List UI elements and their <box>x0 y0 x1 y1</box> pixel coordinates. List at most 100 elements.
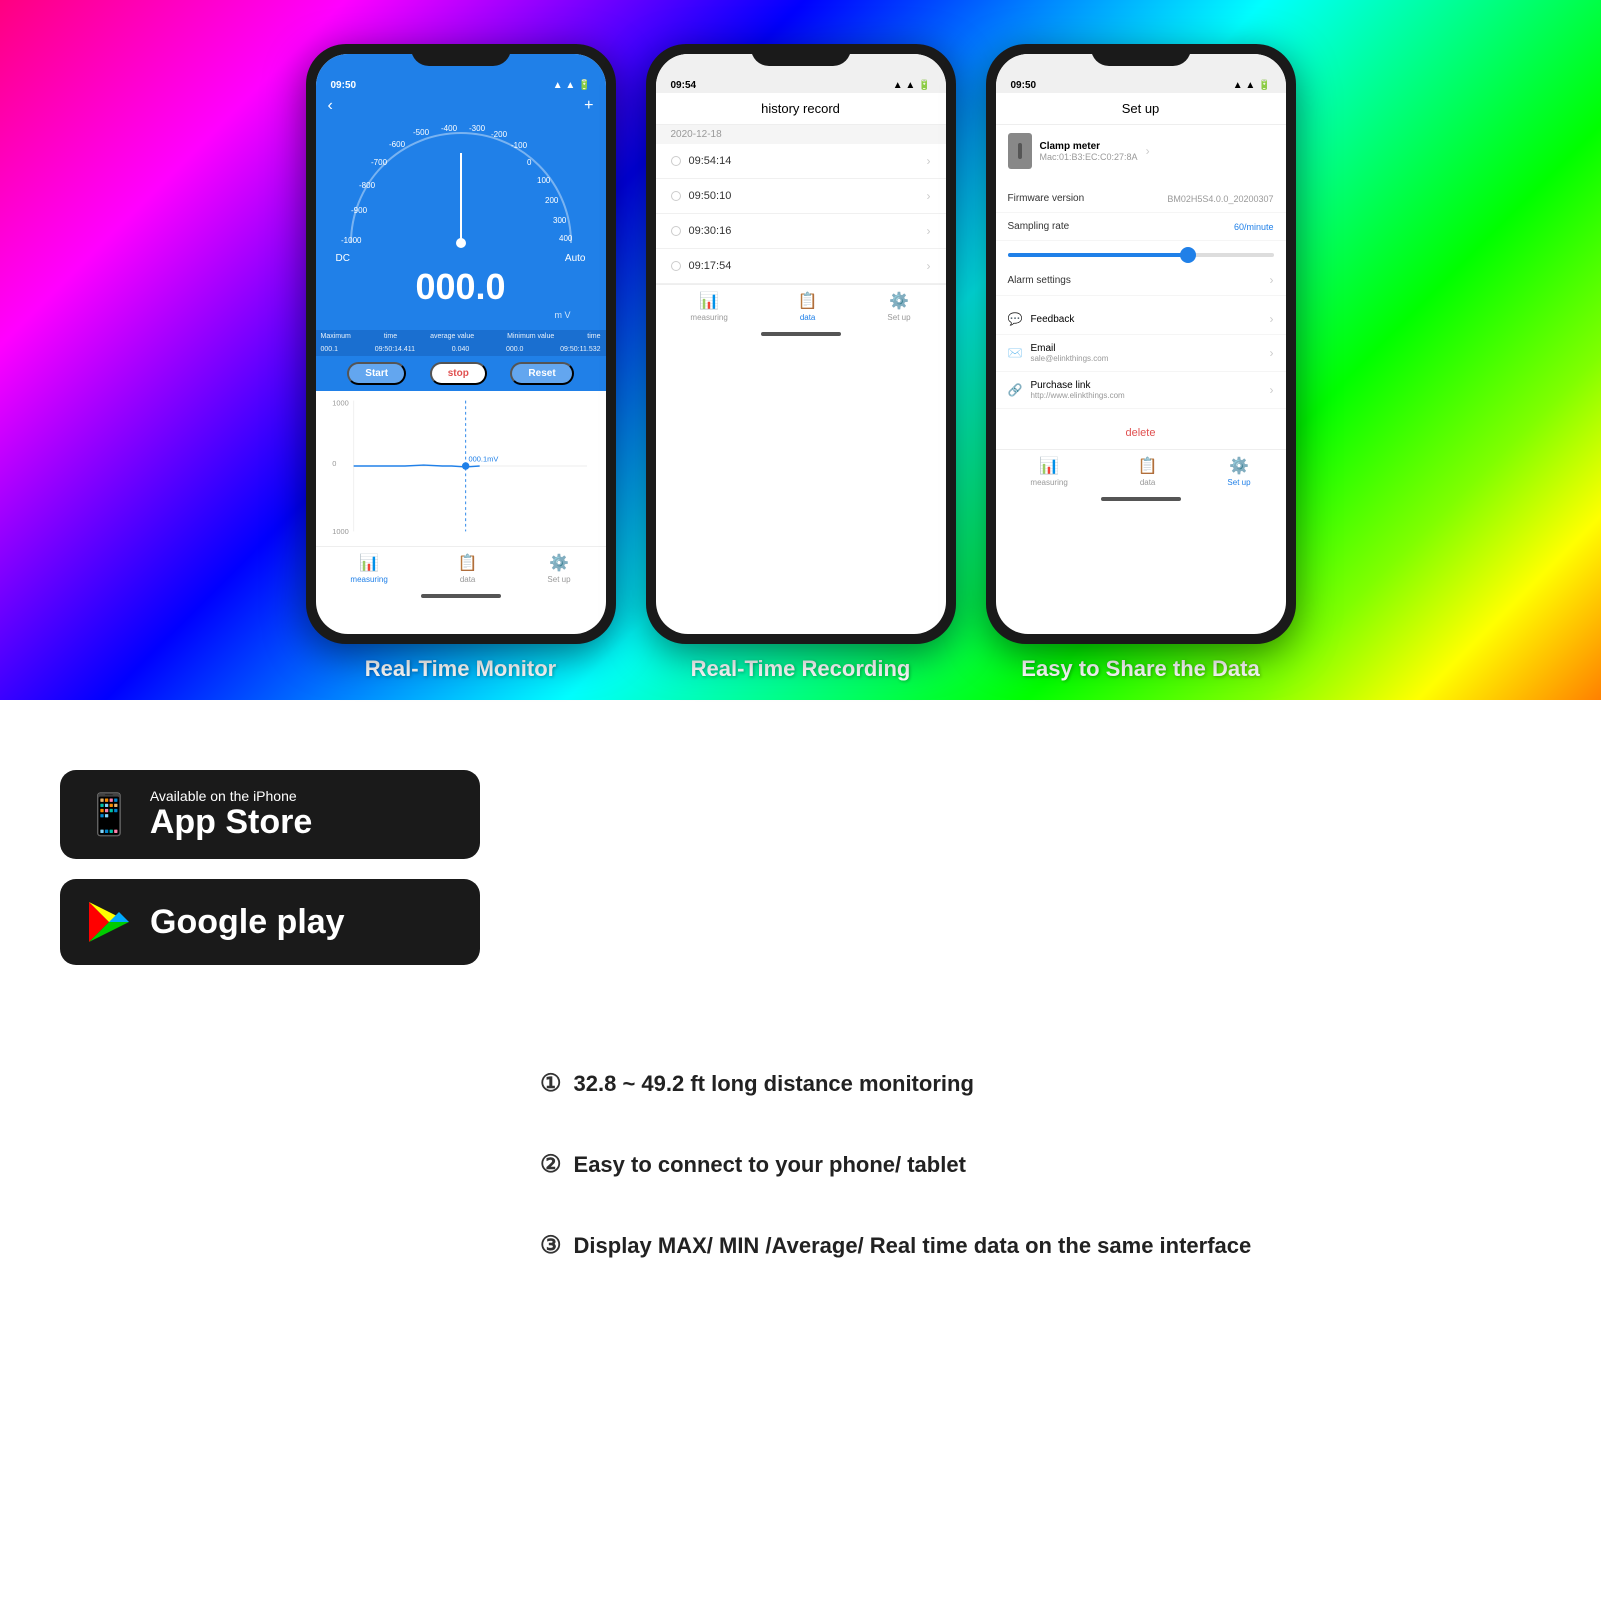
home-indicator-1 <box>421 594 501 598</box>
measuring-icon-2: 📊 <box>699 291 719 311</box>
nav-measuring-2[interactable]: 📊 measuring <box>690 291 727 322</box>
purchase-value: http://www.elinkthings.com <box>1030 391 1261 400</box>
nav-data-2[interactable]: 📋 data <box>798 291 818 322</box>
stat-label-time2: time <box>587 333 600 340</box>
svg-text:0: 0 <box>332 459 336 468</box>
bottom-nav-1: 📊 measuring 📋 data ⚙️ Set up <box>316 546 606 590</box>
chevron-2: › <box>927 189 931 203</box>
feedback-row[interactable]: 💬 Feedback › <box>996 304 1286 335</box>
firmware-value: BM02H5S4.0.0_20200307 <box>1167 194 1273 204</box>
nav-label-setup-3: Set up <box>1227 478 1250 487</box>
time-3: 09:50 <box>1011 80 1037 91</box>
history-item-left-1: 09:54:14 <box>671 155 732 167</box>
bottom-nav-3: 📊 measuring 📋 data ⚙️ Set up <box>996 449 1286 493</box>
feature-item-3: ③ Display MAX/ MIN /Average/ Real time d… <box>540 1231 1541 1262</box>
phone-notch-2 <box>751 44 851 66</box>
nav-data-1[interactable]: 📋 data <box>458 553 478 584</box>
nav-setup-2[interactable]: ⚙️ Set up <box>887 291 910 322</box>
svg-text:-900: -900 <box>351 206 368 215</box>
back-arrow[interactable]: ‹ <box>328 97 333 115</box>
nav-label-setup-1: Set up <box>547 575 570 584</box>
stat-label-time1: time <box>384 333 397 340</box>
email-info: Email sale@elinkthings.com <box>1030 343 1261 363</box>
gauge-area: -1000 -900 -800 -700 -600 -500 -400 -300… <box>316 123 606 330</box>
setup-icon-3: ⚙️ <box>1229 456 1249 476</box>
history-item-left-4: 09:17:54 <box>671 260 732 272</box>
nav-label-data-2: data <box>800 313 816 322</box>
history-title: history record <box>761 101 840 116</box>
feature-number-2: ② <box>540 1150 562 1179</box>
history-time-2: 09:50:10 <box>689 190 732 202</box>
history-time-4: 09:17:54 <box>689 260 732 272</box>
nav-setup-3[interactable]: ⚙️ Set up <box>1227 456 1250 487</box>
data-icon-3: 📋 <box>1138 456 1158 476</box>
sampling-row: Sampling rate 60/minute <box>996 213 1286 241</box>
play-logo-icon <box>84 897 134 947</box>
dc-auto-row: DC Auto <box>331 253 591 264</box>
start-button[interactable]: Start <box>347 362 406 385</box>
purchase-row[interactable]: 🔗 Purchase link http://www.elinkthings.c… <box>996 372 1286 409</box>
chevron-1: › <box>927 154 931 168</box>
svg-text:-300: -300 <box>469 124 486 133</box>
feature-text-1: 32.8 ~ 49.2 ft long distance monitoring <box>574 1069 974 1100</box>
data-icon-2: 📋 <box>798 291 818 311</box>
phone-screen-2: 09:54 ▲ ▲ 🔋 history record 2020-12-18 09… <box>656 54 946 634</box>
delete-row[interactable]: delete <box>996 417 1286 449</box>
stat-label-min: Minimum value <box>507 333 554 340</box>
device-section: Clamp meter Mac:01:B3:EC:C0:27:8A › <box>996 125 1286 177</box>
appstore-text: Available on the iPhone App Store <box>150 788 312 841</box>
chevron-3: › <box>927 224 931 238</box>
stat-val-time1: 09:50:14.411 <box>375 346 415 353</box>
alarm-row[interactable]: Alarm settings › <box>996 265 1286 296</box>
nav-label-data-1: data <box>460 575 476 584</box>
history-item-2[interactable]: 09:50:10 › <box>656 179 946 214</box>
feature-text-2: Easy to connect to your phone/ tablet <box>574 1150 966 1181</box>
phone-wrapper-2: 09:54 ▲ ▲ 🔋 history record 2020-12-18 09… <box>646 44 956 700</box>
history-item-3[interactable]: 09:30:16 › <box>656 214 946 249</box>
phone-wrapper-1: 09:50 ▲ ▲ 🔋 ‹ + -1000 -900 <box>306 44 616 700</box>
device-info: Clamp meter Mac:01:B3:EC:C0:27:8A <box>1040 141 1138 162</box>
stop-button[interactable]: stop <box>430 362 487 385</box>
email-icon: ✉️ <box>1008 346 1023 360</box>
nav-measuring-1[interactable]: 📊 measuring <box>350 553 387 584</box>
reset-button[interactable]: Reset <box>510 362 573 385</box>
mv-label: m V <box>331 310 591 320</box>
svg-text:1000: 1000 <box>332 398 349 407</box>
googleplay-large-text: Google play <box>150 904 345 941</box>
svg-text:-600: -600 <box>389 140 406 149</box>
phone-caption-2: Real-Time Recording <box>691 656 911 700</box>
graph-area: 1000 0 1000 000.1mV <box>316 391 606 546</box>
nav-data-3[interactable]: 📋 data <box>1138 456 1158 487</box>
stat-val-time2: 09:50:11.532 <box>560 346 600 353</box>
signal-icons-3: ▲ ▲ 🔋 <box>1233 80 1271 91</box>
plus-button[interactable]: + <box>584 97 593 115</box>
bottom-section: 📱 Available on the iPhone App Store Goog… <box>0 700 1601 1601</box>
svg-text:-500: -500 <box>413 128 430 137</box>
appstore-badge[interactable]: 📱 Available on the iPhone App Store <box>60 770 480 859</box>
setup-icon-2: ⚙️ <box>889 291 909 311</box>
setup-header: Set up <box>996 93 1286 125</box>
phone-frame-3: 09:50 ▲ ▲ 🔋 Set up Clamp mete <box>986 44 1296 644</box>
firmware-label: Firmware version <box>1008 193 1085 204</box>
history-item-1[interactable]: 09:54:14 › <box>656 144 946 179</box>
email-row[interactable]: ✉️ Email sale@elinkthings.com › <box>996 335 1286 372</box>
alarm-label: Alarm settings <box>1008 275 1071 286</box>
slider-thumb[interactable] <box>1180 247 1196 263</box>
email-chevron: › <box>1270 346 1274 360</box>
slider-container[interactable] <box>996 241 1286 265</box>
radio-circle-1 <box>671 156 681 166</box>
history-item-left-3: 09:30:16 <box>671 225 732 237</box>
nav-setup-1[interactable]: ⚙️ Set up <box>547 553 570 584</box>
right-column: ① 32.8 ~ 49.2 ft long distance monitorin… <box>540 750 1541 1551</box>
history-item-4[interactable]: 09:17:54 › <box>656 249 946 284</box>
feature-item-1: ① 32.8 ~ 49.2 ft long distance monitorin… <box>540 1069 1541 1100</box>
date-divider: 2020-12-18 <box>656 125 946 144</box>
stat-val-max: 000.1 <box>321 346 339 353</box>
data-icon-1: 📋 <box>458 553 478 573</box>
nav-measuring-3[interactable]: 📊 measuring <box>1030 456 1067 487</box>
left-column: 📱 Available on the iPhone App Store Goog… <box>60 770 480 1551</box>
googleplay-badge[interactable]: Google play <box>60 879 480 965</box>
slider-track <box>1008 253 1274 257</box>
phone-screen-3: 09:50 ▲ ▲ 🔋 Set up Clamp mete <box>996 54 1286 634</box>
history-item-left-2: 09:50:10 <box>671 190 732 202</box>
